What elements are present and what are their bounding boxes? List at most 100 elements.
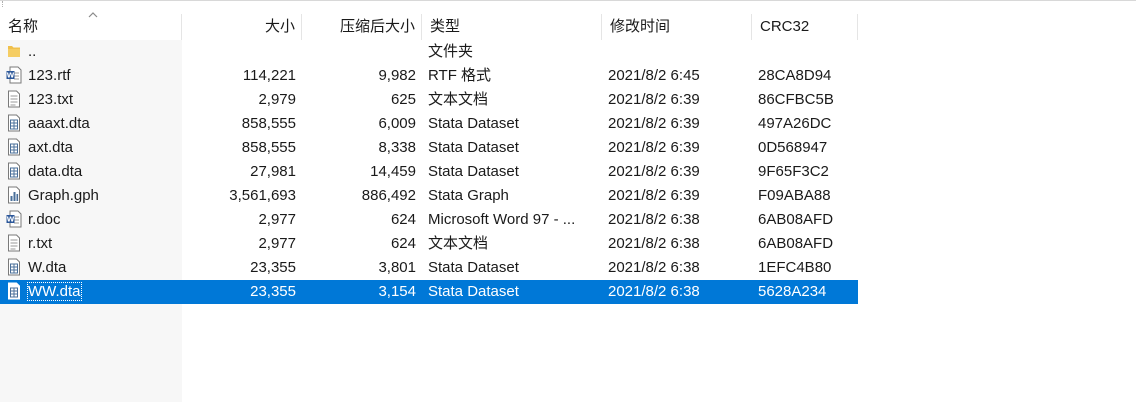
file-compressed-size-cell: 624 — [390, 235, 416, 252]
file-size-cell: 858,555 — [241, 139, 296, 156]
file-name-cell: data.dta — [0, 160, 182, 184]
file-type-cell: Stata Graph — [428, 187, 509, 204]
file-name-cell: r.txt — [0, 232, 182, 256]
file-crc-cell — [752, 40, 858, 64]
sort-ascending-icon — [88, 12, 98, 18]
file-size-cell: 23,355 — [250, 259, 296, 276]
file-row[interactable]: W.dta 23,355 3,801 Stata Dataset 2021/8/2 6:… — [0, 256, 858, 280]
dataset-file-icon — [6, 258, 22, 276]
file-modified-cell: 2021/8/2 6:45 — [608, 67, 700, 84]
top-border — [0, 0, 1136, 1]
column-header-name[interactable]: 名称 — [0, 12, 182, 40]
file-size-cell: 2,977 — [258, 211, 296, 228]
file-row[interactable]: Graph.gph 3,561,693 886,492 Stata Graph 2021… — [0, 184, 858, 208]
file-name-label: 123.rtf — [28, 67, 71, 85]
file-row[interactable]: .. 文件夹 — [0, 40, 858, 64]
file-crc-cell: 0D568947 — [758, 139, 828, 156]
file-type-cell: 文本文档 — [428, 235, 489, 252]
file-crc-cell: 5628A234 — [758, 283, 827, 300]
column-header-crc[interactable]: CRC32 — [752, 14, 858, 40]
file-crc-cell: 497A26DC — [758, 115, 832, 132]
file-name-cell: 123.txt — [0, 88, 182, 112]
column-header-crc-label: CRC32 — [760, 18, 810, 35]
word-document-icon: W — [6, 66, 22, 84]
column-header-size[interactable]: 大小 — [182, 14, 302, 40]
file-compressed-size-cell: 14,459 — [370, 163, 416, 180]
word-document-icon: W — [6, 210, 22, 228]
file-modified-cell: 2021/8/2 6:38 — [608, 235, 700, 252]
file-compressed-size-cell — [302, 40, 422, 64]
column-header-bar: 名称 大小 压缩后大小 类型 修改时间 CRC32 — [0, 12, 858, 40]
graph-file-icon — [6, 186, 22, 204]
column-header-type[interactable]: 类型 — [422, 14, 602, 40]
dataset-file-icon — [6, 114, 22, 132]
file-size-cell: 114,221 — [242, 67, 296, 84]
file-name-label: aaaxt.dta — [28, 115, 90, 133]
resize-grip[interactable] — [2, 1, 7, 7]
file-size-cell: 3,561,693 — [229, 187, 296, 204]
column-header-modified[interactable]: 修改时间 — [602, 14, 752, 40]
text-file-icon — [6, 234, 22, 252]
file-name-label: r.txt — [28, 235, 53, 253]
column-header-compressed[interactable]: 压缩后大小 — [302, 14, 422, 40]
file-size-cell — [182, 40, 302, 64]
file-row[interactable]: 123.txt 2,979 625 文本文档 2021/8/2 6:39 86CFBC5B — [0, 88, 858, 112]
file-size-cell: 2,977 — [258, 235, 296, 252]
file-modified-cell: 2021/8/2 6:39 — [608, 115, 700, 132]
file-crc-cell: 1EFC4B80 — [758, 259, 832, 276]
folder-icon — [6, 42, 22, 60]
file-name-cell: aaaxt.dta — [0, 112, 182, 136]
file-name-label: Graph.gph — [28, 187, 99, 205]
file-size-cell: 2,979 — [258, 91, 296, 108]
file-compressed-size-cell: 9,982 — [378, 67, 416, 84]
file-compressed-size-cell: 3,801 — [378, 259, 416, 276]
file-row[interactable]: WW.dta 23,355 3,154 Stata Dataset 2021/8/2 6… — [0, 280, 858, 304]
file-modified-cell: 2021/8/2 6:38 — [608, 211, 700, 228]
file-row[interactable]: r.txt 2,977 624 文本文档 2021/8/2 6:38 6AB08AFD — [0, 232, 858, 256]
file-row[interactable]: data.dta 27,981 14,459 Stata Dataset 2021/8/… — [0, 160, 858, 184]
file-type-cell: RTF 格式 — [428, 67, 492, 84]
file-name-cell: axt.dta — [0, 136, 182, 160]
file-name-cell: Graph.gph — [0, 184, 182, 208]
file-type-cell: Stata Dataset — [428, 283, 519, 300]
file-name-label: axt.dta — [28, 139, 74, 157]
file-type-cell: Stata Dataset — [428, 139, 519, 156]
file-name-label: r.doc — [28, 211, 61, 229]
text-file-icon — [6, 90, 22, 108]
file-modified-cell: 2021/8/2 6:39 — [608, 91, 700, 108]
file-type-cell: Microsoft Word 97 - ... — [428, 211, 576, 228]
file-modified-cell: 2021/8/2 6:39 — [608, 163, 700, 180]
file-size-cell: 27,981 — [250, 163, 296, 180]
column-header-name-label: 名称 — [8, 18, 39, 35]
file-row[interactable]: W 123.rtf 114,221 9,982 RTF 格式 2021/8/2 6:45 2… — [0, 64, 858, 88]
file-crc-cell: 6AB08AFD — [758, 211, 834, 228]
column-header-modified-label: 修改时间 — [610, 18, 671, 35]
file-modified-cell: 2021/8/2 6:39 — [608, 187, 700, 204]
file-name-cell: Wr.doc — [0, 208, 182, 232]
file-name-cell: WW.dta — [0, 280, 182, 304]
file-crc-cell: 9F65F3C2 — [758, 163, 829, 180]
file-modified-cell — [602, 40, 752, 64]
file-compressed-size-cell: 6,009 — [378, 115, 416, 132]
column-header-size-label: 大小 — [264, 18, 295, 35]
file-type-cell: 文本文档 — [428, 91, 489, 108]
file-modified-cell: 2021/8/2 6:38 — [608, 259, 700, 276]
file-row[interactable]: aaaxt.dta 858,555 6,009 Stata Dataset 2021/8… — [0, 112, 858, 136]
file-compressed-size-cell: 8,338 — [378, 139, 416, 156]
file-name-label: .. — [28, 43, 37, 61]
file-crc-cell: F09ABA88 — [758, 187, 831, 204]
svg-text:W: W — [7, 72, 15, 80]
file-type-cell: Stata Dataset — [428, 259, 519, 276]
file-name-label: data.dta — [28, 163, 83, 181]
file-name-cell: W 123.rtf — [0, 64, 182, 88]
file-modified-cell: 2021/8/2 6:39 — [608, 139, 700, 156]
file-row[interactable]: Wr.doc 2,977 624 Microsoft Word 97 - ... 202… — [0, 208, 858, 232]
file-size-cell: 858,555 — [241, 115, 296, 132]
dataset-file-icon — [6, 138, 22, 156]
file-size-cell: 23,355 — [250, 283, 296, 300]
file-rows: .. 文件夹 W 123.rtf 114,221 9,982 RTF 格式 2021/8/2 … — [0, 40, 860, 304]
column-header-type-label: 类型 — [430, 18, 461, 35]
file-row[interactable]: axt.dta 858,555 8,338 Stata Dataset 2021/8/2… — [0, 136, 858, 160]
dataset-file-icon — [6, 282, 22, 300]
file-compressed-size-cell: 886,492 — [361, 187, 416, 204]
